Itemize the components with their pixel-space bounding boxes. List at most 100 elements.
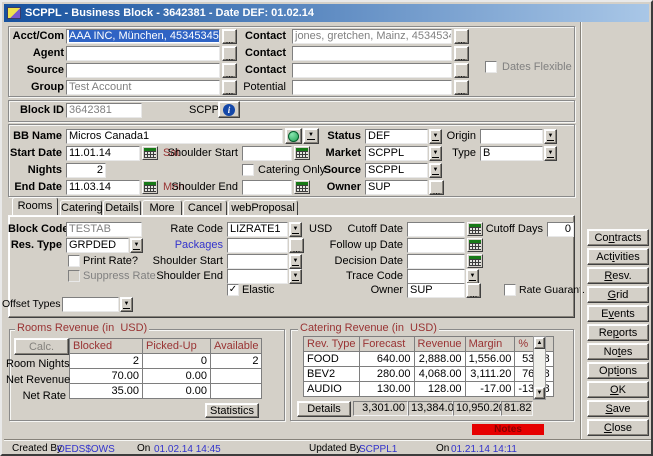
tab-details[interactable]: Details bbox=[103, 200, 141, 215]
scroll-down-button[interactable]: ▼ bbox=[534, 387, 545, 399]
net-revenue-picked: 0.00 bbox=[143, 369, 211, 384]
details-button[interactable]: Details bbox=[297, 401, 351, 417]
property-info-button[interactable]: i bbox=[218, 101, 240, 118]
follow-up-calendar-button[interactable] bbox=[467, 238, 483, 252]
end-date-field[interactable]: 11.03.14 bbox=[66, 180, 140, 195]
contact3-lov-button[interactable]: ... bbox=[454, 63, 469, 78]
catering-table-scrollbar[interactable]: ▲ ▼ bbox=[533, 336, 546, 400]
statistics-button[interactable]: Statistics bbox=[205, 403, 259, 418]
save-button[interactable]: Save bbox=[587, 400, 649, 417]
agent-field[interactable] bbox=[66, 46, 220, 61]
contact1-lov-button[interactable]: ... bbox=[454, 29, 469, 44]
group-lov-button[interactable]: ... bbox=[222, 80, 237, 95]
net-revenue-blocked: 70.00 bbox=[70, 369, 143, 384]
origin-field[interactable] bbox=[480, 129, 543, 144]
contracts-button[interactable]: Contracts bbox=[587, 229, 649, 246]
follow-up-date-field[interactable] bbox=[407, 238, 465, 253]
source-field[interactable] bbox=[66, 63, 220, 78]
packages-field[interactable] bbox=[227, 238, 288, 253]
shoulder-end-field[interactable] bbox=[242, 180, 292, 195]
scroll-up-button[interactable]: ▲ bbox=[534, 337, 545, 349]
packages-link[interactable]: Packages bbox=[147, 238, 223, 253]
rate-code-field[interactable]: LIZRATE1 bbox=[227, 222, 288, 237]
translate-button[interactable] bbox=[285, 128, 302, 144]
decision-calendar-button[interactable] bbox=[467, 254, 483, 268]
agent-lov-button[interactable]: ... bbox=[222, 46, 237, 61]
label-pre: No bbox=[604, 346, 618, 358]
contact3-field[interactable] bbox=[292, 63, 452, 78]
reports-button[interactable]: Reports bbox=[587, 324, 649, 341]
contact2-field[interactable] bbox=[292, 46, 452, 61]
rate-guarantee-checkbox[interactable] bbox=[504, 284, 516, 296]
activities-button[interactable]: Activities bbox=[587, 248, 649, 265]
grid-button[interactable]: Grid bbox=[587, 286, 649, 303]
type-field[interactable]: B bbox=[480, 146, 543, 161]
label-key: R bbox=[604, 270, 612, 282]
shoulder-start-field[interactable] bbox=[242, 146, 292, 161]
tab-shoulder-end-field[interactable] bbox=[227, 269, 288, 284]
potential-lov-button[interactable]: ... bbox=[454, 80, 469, 95]
follow-up-date-label: Follow up Date bbox=[322, 238, 403, 253]
owner-lov-button[interactable]: ... bbox=[429, 180, 444, 195]
catering-revenue-title: Catering Revenue (in USD) bbox=[298, 323, 439, 334]
start-date-calendar-button[interactable] bbox=[142, 146, 158, 160]
status-field[interactable]: DEF bbox=[365, 129, 428, 144]
block-source-dropdown-button[interactable]: ▼ bbox=[429, 163, 442, 178]
resv-button[interactable]: Resv. bbox=[587, 267, 649, 284]
tab-shoulder-start-dropdown-button[interactable]: ▼ bbox=[289, 254, 302, 269]
print-rate-checkbox[interactable] bbox=[68, 255, 80, 267]
tab-shoulder-start-field[interactable] bbox=[227, 254, 288, 269]
block-source-field[interactable]: SCPPL bbox=[365, 163, 428, 178]
end-date-calendar-button[interactable] bbox=[142, 180, 158, 194]
bb-name-field[interactable]: Micros Canada1 bbox=[66, 129, 283, 144]
ok-button[interactable]: OK bbox=[587, 381, 649, 398]
source-lov-button[interactable]: ... bbox=[222, 63, 237, 78]
tab-owner-field[interactable]: SUP bbox=[407, 283, 465, 298]
type-dropdown-button[interactable]: ▼ bbox=[544, 146, 557, 161]
table-row: BEV2 280.00 4,068.00 3,111.20 76.48 bbox=[304, 367, 554, 382]
dropdown-arrow-icon: ▼ bbox=[292, 258, 300, 266]
dates-flexible-checkbox bbox=[485, 61, 497, 73]
acct-com-lov-button[interactable]: ... bbox=[222, 29, 237, 44]
res-type-dropdown-button[interactable]: ▼ bbox=[130, 238, 143, 253]
nights-field[interactable]: 2 bbox=[66, 163, 106, 178]
packages-lov-button[interactable]: ... bbox=[289, 238, 304, 253]
offset-types-dropdown-button[interactable]: ▼ bbox=[120, 297, 133, 312]
origin-dropdown-button[interactable]: ▼ bbox=[544, 129, 557, 144]
tab-rooms[interactable]: Rooms bbox=[12, 197, 58, 215]
room-nights-available: 2 bbox=[211, 354, 262, 369]
tab-webproposal[interactable]: webProposal bbox=[228, 200, 298, 215]
events-button[interactable]: Events bbox=[587, 305, 649, 322]
catering-only-checkbox[interactable] bbox=[242, 164, 254, 176]
elastic-checkbox[interactable]: ✓ bbox=[227, 284, 239, 296]
notes-lamp[interactable]: Notes bbox=[472, 424, 544, 435]
tab-catering[interactable]: Catering bbox=[60, 200, 102, 215]
close-button[interactable]: Close bbox=[587, 419, 649, 436]
catering-revenue-table: Rev. Type Forecast Revenue Margin % FOOD… bbox=[303, 336, 554, 397]
options-button[interactable]: Options bbox=[587, 362, 649, 379]
market-field[interactable]: SCPPL bbox=[365, 146, 428, 161]
trace-code-dropdown-button[interactable]: ▼ bbox=[466, 269, 479, 284]
acct-com-field[interactable]: AAA INC, München, 45345345 bbox=[66, 29, 220, 44]
start-date-field[interactable]: 11.01.14 bbox=[66, 146, 140, 161]
potential-field[interactable] bbox=[292, 80, 452, 95]
room-nights-picked: 0 bbox=[143, 354, 211, 369]
cutoff-date-field[interactable] bbox=[407, 222, 465, 237]
contact2-lov-button[interactable]: ... bbox=[454, 46, 469, 61]
tab-more[interactable]: More bbox=[142, 200, 182, 215]
trace-code-field[interactable] bbox=[407, 269, 465, 284]
tab-owner-lov-button[interactable]: ... bbox=[466, 283, 481, 298]
rate-code-dropdown-button[interactable]: ▼ bbox=[289, 222, 302, 237]
elastic-label: Elastic bbox=[242, 283, 274, 298]
cutoff-days-field[interactable]: 0 bbox=[547, 222, 574, 237]
block-code-field: TESTAB bbox=[66, 222, 142, 237]
offset-types-field[interactable] bbox=[62, 297, 119, 312]
res-type-field[interactable]: GRPDED bbox=[66, 238, 129, 253]
tab-cancel[interactable]: Cancel bbox=[183, 200, 227, 215]
decision-date-field[interactable] bbox=[407, 254, 465, 269]
notes-button[interactable]: Notes bbox=[587, 343, 649, 360]
column-header-available: Available bbox=[211, 339, 262, 354]
owner-field[interactable]: SUP bbox=[365, 180, 428, 195]
dropdown-arrow-icon: ▼ bbox=[547, 133, 555, 141]
tab-shoulder-end-dropdown-button[interactable]: ▼ bbox=[289, 269, 302, 284]
